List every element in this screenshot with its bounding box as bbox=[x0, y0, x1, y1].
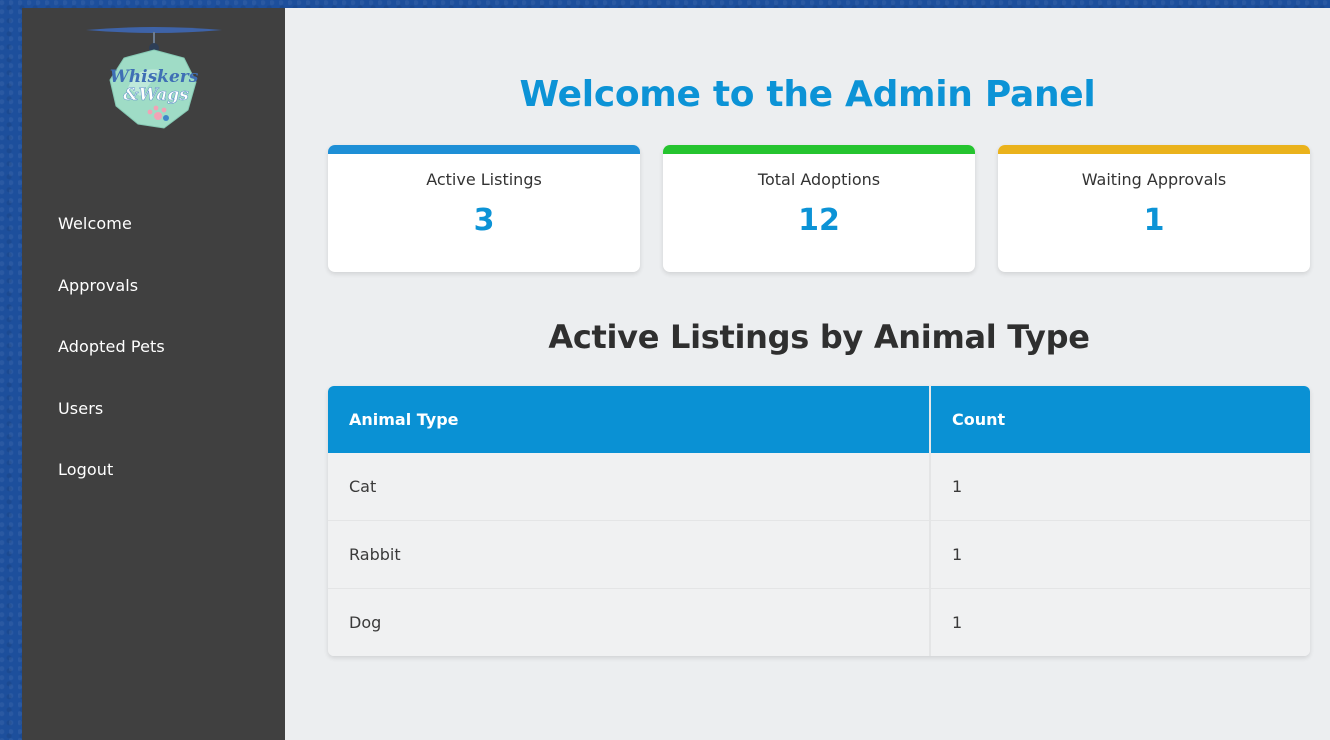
main-content: Welcome to the Admin Panel Active Listin… bbox=[285, 8, 1330, 740]
page-title: Welcome to the Admin Panel bbox=[519, 74, 1096, 115]
stat-card-value: 12 bbox=[798, 203, 840, 238]
cell-count: 1 bbox=[930, 453, 1310, 521]
sidebar-item-adopted-pets[interactable]: Adopted Pets bbox=[58, 337, 165, 399]
stat-card-value: 1 bbox=[1143, 203, 1165, 238]
listings-table: Animal Type Count Cat 1 Rabbit 1 Dog 1 bbox=[328, 386, 1310, 656]
logo-text-line1: Whiskers bbox=[110, 67, 199, 87]
logo-graphic: Whiskers &Wags bbox=[86, 27, 222, 129]
cell-animal-type: Cat bbox=[328, 453, 931, 521]
table-header-row: Animal Type Count bbox=[328, 386, 1310, 453]
column-header-count: Count bbox=[930, 386, 1310, 453]
column-header-animal-type: Animal Type bbox=[328, 386, 931, 453]
app-window: Whiskers &Wags Welcome Approvals Adopted… bbox=[22, 8, 1330, 740]
sidebar-item-logout[interactable]: Logout bbox=[58, 460, 165, 522]
table-row: Rabbit 1 bbox=[328, 520, 1310, 589]
table-row: Dog 1 bbox=[328, 588, 1310, 656]
cell-count: 1 bbox=[930, 520, 1310, 589]
cell-animal-type: Dog bbox=[328, 588, 931, 656]
section-title: Active Listings by Animal Type bbox=[548, 318, 1090, 356]
sidebar-item-approvals[interactable]: Approvals bbox=[58, 276, 165, 338]
stat-card-value: 3 bbox=[473, 203, 495, 238]
whiskers-and-wags-logo[interactable]: Whiskers &Wags bbox=[84, 26, 224, 138]
sidebar-nav: Welcome Approvals Adopted Pets Users Log… bbox=[58, 214, 165, 522]
stat-card-accent-bar bbox=[663, 145, 975, 154]
cell-count: 1 bbox=[930, 588, 1310, 656]
listings-table-container: Animal Type Count Cat 1 Rabbit 1 Dog 1 bbox=[328, 386, 1310, 656]
stat-card-label: Total Adoptions bbox=[757, 170, 881, 189]
cell-animal-type: Rabbit bbox=[328, 520, 931, 589]
stats-cards: Active Listings 3 Total Adoptions 12 Wai… bbox=[328, 145, 1310, 272]
stat-card-accent-bar bbox=[998, 145, 1310, 154]
logo-text-line2: &Wags bbox=[123, 85, 189, 105]
stat-card-waiting-approvals: Waiting Approvals 1 bbox=[998, 145, 1310, 272]
stat-card-accent-bar bbox=[328, 145, 640, 154]
sidebar-item-welcome[interactable]: Welcome bbox=[58, 214, 165, 276]
stat-card-label: Waiting Approvals bbox=[1081, 170, 1227, 189]
table-row: Cat 1 bbox=[328, 453, 1310, 521]
stat-card-total-adoptions: Total Adoptions 12 bbox=[663, 145, 975, 272]
sidebar: Whiskers &Wags Welcome Approvals Adopted… bbox=[22, 8, 285, 740]
sidebar-item-users[interactable]: Users bbox=[58, 399, 165, 461]
stat-card-label: Active Listings bbox=[426, 170, 542, 189]
stat-card-active-listings: Active Listings 3 bbox=[328, 145, 640, 272]
